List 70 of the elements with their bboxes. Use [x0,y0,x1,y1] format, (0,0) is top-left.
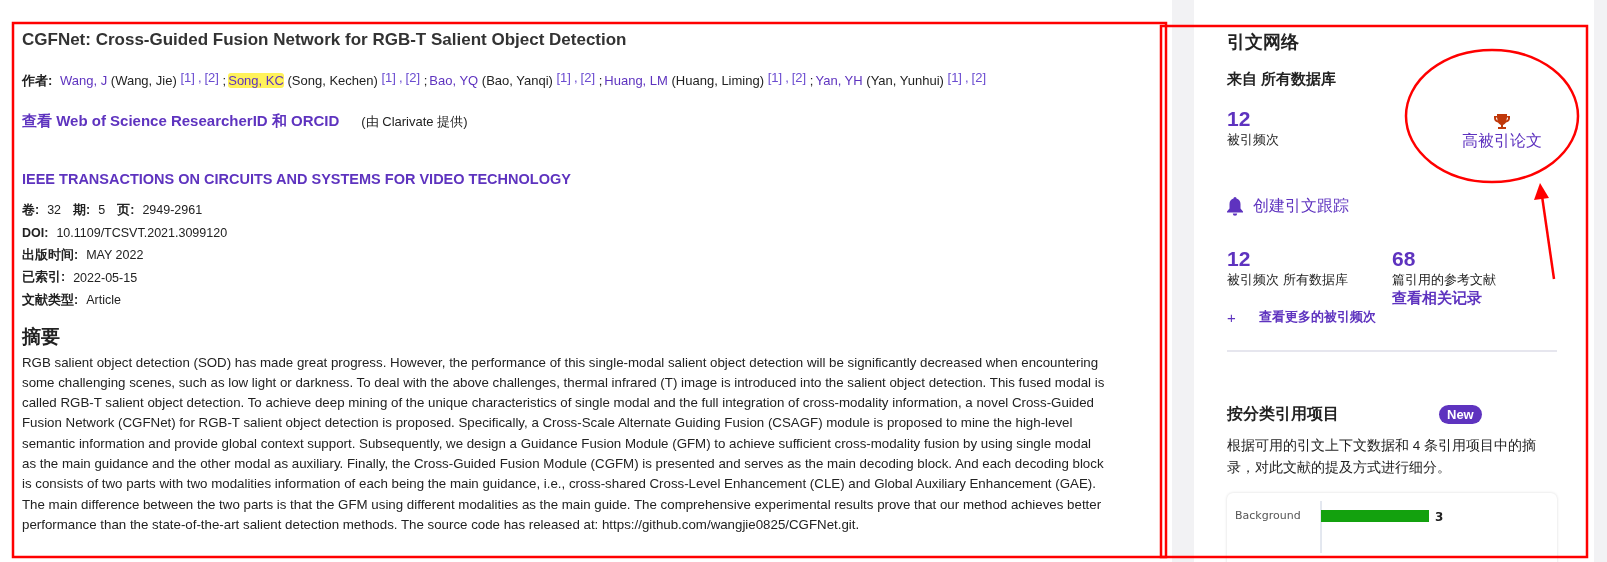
affiliation-link[interactable]: [2] [204,70,219,85]
section-title: 按分类引用项目 [1227,404,1340,424]
affiliation-link[interactable]: [1] [767,70,783,85]
author-full-name: (Huang, Liming) [671,73,765,88]
stat-label: 被引频次 所有数据库 [1227,271,1349,289]
affiliation-link[interactable]: [2] [791,70,807,85]
author-full-name: (Bao, Yanqi) [481,73,553,88]
field-value: MAY 2022 [86,248,144,263]
citation-count[interactable]: 12 [1227,107,1279,131]
author-link[interactable]: Huang, LM [604,73,668,88]
separator: ; [598,73,603,88]
author-full-name: (Wang, Jie) [110,73,177,88]
author-link[interactable]: Yan, YH [815,73,863,88]
researcher-id-link[interactable]: 查看 Web of Science ResearcherID 和 ORCID [22,112,340,131]
field-value: Article [86,293,121,308]
affiliation-link[interactable]: [1] [556,70,571,85]
field-value: 5 [98,203,106,218]
category-label: Background [1235,509,1301,522]
author-link[interactable]: Bao, YQ [429,73,479,88]
affiliation-link[interactable]: [1] [180,70,195,85]
field-label: 出版时间: [22,246,79,264]
journal-link[interactable]: IEEE TRANSACTIONS ON CIRCUITS AND SYSTEMS FOR VIDEO TECHNOLOGY [22,171,1150,187]
author-link[interactable]: Song, KC [228,73,284,88]
source-label: 来自 所有数据库 [1227,70,1338,89]
field-label: 文献类型: [22,291,79,309]
field-label: 期: [73,201,91,219]
bell-icon [1227,197,1243,216]
trophy-icon [1493,113,1511,131]
affiliation-link[interactable]: [1] [947,70,962,85]
stat-label: 篇引用的参考文献 [1392,271,1497,289]
article-title: CGFNet: Cross-Guided Fusion Network for RGB-T Salient Object Detection [22,30,628,50]
new-badge: New [1439,405,1482,424]
field-label: 卷: [22,201,40,219]
field-value: 10.1109/TCSVT.2021.3099120 [56,225,228,240]
separator: ; [222,73,227,88]
field-label: 页: [117,201,135,219]
author-full-name: (Yan, Yunhui) [866,73,944,88]
field-value: 32 [47,203,62,218]
separator: , [398,70,403,85]
stat-number[interactable]: 68 [1392,247,1557,271]
field-value: 2022-05-15 [73,270,138,285]
affiliation-link[interactable]: [2] [580,70,596,85]
abstract-text: RGB salient object detection (SOD) has made great progress. However, the performance of this single-modal salient object detection will be significantly decreased when encountering some challenging scenes, such as low light or darkness. To deal with the above challenges, thermal infrared (T) image is introduced into the salient object detection. This fused modal is called RGB-T salient object detection. To achieve deep mining of the unique characteristics of single modal and the full integration of cross-modality information, a novel Cross-Guided Fusion Network (CGFNet) for RGB-T salient object detection is proposed. Specifically, a Cross-Scale Alternate Guiding Fusion (CSAGF) module is proposed to mine the high-level semantic information and provide global context support. Subsequently, we design a Guidance Fusion Module (GFM) to achieve sufficient cross-modality fusion by using single modal as the main guidance and the other modal as auxiliary. Finally, the Cross-Guided Fusion Module (CGFM) is presented and serves as the main decoding block. And each decoding block is consists of two parts with two modalities information of each being the main guidance, i.e., cross-shared Cross-Level Enhancement (CLE) and Global Auxiliary Enhancement (GAE). The main difference between the two parts is that the GFM using different modalities as the main guide. The comprehensive experimental results prove that our method achieves better performance than the state-of-the-art salient detection methods. The source code has released at: https://github.com/wangjie0825/CGFNet.git. [22,353,1106,534]
separator: , [573,70,578,85]
field-label: 已索引: [22,269,66,287]
affiliation-link[interactable]: [2] [405,70,421,85]
separator: ; [809,73,814,88]
affiliation-link[interactable]: [1] [381,70,396,85]
field-label: DOI: [22,225,49,240]
separator: , [197,70,202,85]
separator: , [785,70,789,85]
plus-icon: + [1227,308,1239,326]
panel-title: 引文网络 [1227,31,1300,54]
authors-label: 作者: [22,73,53,88]
create-alert-link[interactable]: 创建引文跟踪 [1253,196,1349,217]
author-full-name: (Song, Kechen) [287,73,378,88]
author-link[interactable]: Wang, J [59,73,108,88]
separator: ; [423,73,428,88]
count-label: 被引频次 [1227,131,1279,149]
stat-number[interactable]: 12 [1227,247,1392,271]
related-records-link[interactable]: 查看相关记录 [1392,289,1557,308]
field-value: 2949-2961 [142,203,203,218]
provider-note: (由 Clarivate 提供) [361,113,468,131]
more-citations-link[interactable]: 查看更多的被引频次 [1259,308,1376,326]
section-description: 根据可用的引文上下文数据和 4 条引用项目中的摘录，对此文献的提及方式进行细分。 [1227,437,1537,477]
affiliation-link[interactable]: [2] [971,70,987,85]
separator: , [965,70,969,85]
bar-value: 3 [1435,510,1444,524]
highly-cited-link[interactable]: 高被引论文 [1462,131,1542,152]
abstract-heading: 摘要 [22,324,61,349]
